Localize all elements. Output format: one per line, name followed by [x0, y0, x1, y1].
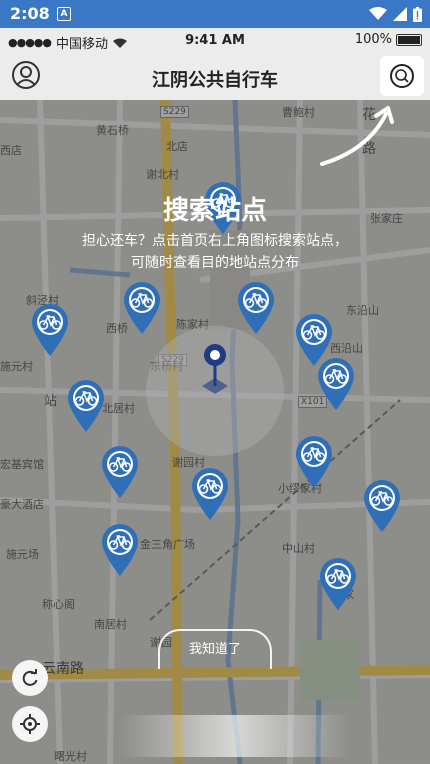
guide-line-1: 担心还车？点击首页右上角图标搜索站点，	[82, 233, 348, 249]
battery-percent: 100%	[354, 32, 392, 47]
refresh-icon	[22, 669, 38, 686]
search-station-button[interactable]	[380, 56, 424, 96]
signal-icon	[393, 7, 407, 21]
got-it-button[interactable]: 我知道了	[158, 629, 272, 669]
current-location-pin-icon	[202, 344, 228, 394]
android-status-icons	[369, 5, 422, 23]
avatar-button[interactable]	[12, 61, 40, 89]
guide-arrow-icon	[320, 106, 394, 166]
bike-station-icon[interactable]	[318, 556, 358, 610]
bike-station-icon[interactable]	[30, 302, 70, 356]
android-app-notification-icon: A	[57, 7, 71, 21]
bike-station-icon[interactable]	[122, 280, 162, 334]
wifi-icon	[369, 7, 387, 20]
bike-station-icon[interactable]	[66, 378, 106, 432]
avatar-icon	[16, 66, 36, 86]
bike-station-icon[interactable]	[362, 478, 402, 532]
bike-station-icon[interactable]	[236, 280, 276, 334]
refresh-button[interactable]	[12, 660, 48, 696]
guide-line-2: 可随时查看目的地站点分布	[131, 255, 299, 271]
battery-alert-icon	[413, 6, 422, 22]
guide-description: 担心还车？点击首页右上角图标搜索站点， 可随时查看目的地站点分布	[0, 230, 430, 274]
bike-station-icon[interactable]	[100, 444, 140, 498]
bottom-watermark	[120, 715, 350, 757]
search-icon	[390, 64, 414, 88]
android-time: 2:08	[10, 4, 50, 23]
locate-button[interactable]	[12, 706, 48, 742]
battery-icon	[396, 33, 422, 46]
bike-station-icon[interactable]	[294, 434, 334, 488]
android-status-bar: 2:08 A	[0, 0, 430, 28]
ios-status-bar: ●●●●● 中国移动 9:41 AM 100%	[0, 28, 430, 54]
bike-station-icon[interactable]	[316, 356, 356, 410]
page-title: 江阴公共自行车	[152, 70, 278, 91]
guide-title: 搜索站点	[162, 196, 267, 226]
bike-station-icon[interactable]	[190, 466, 230, 520]
locate-icon	[20, 714, 40, 734]
bike-station-icon[interactable]	[100, 522, 140, 576]
app-header: 江阴公共自行车	[0, 54, 430, 100]
